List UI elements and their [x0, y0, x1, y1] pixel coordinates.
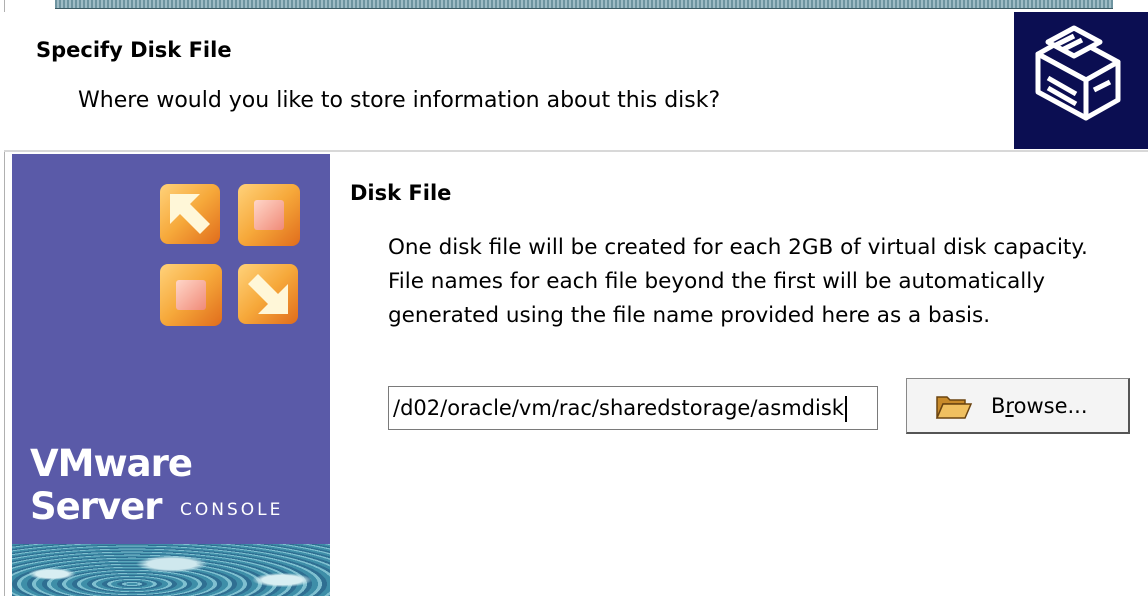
text-caret [844, 396, 847, 422]
wizard-content: Disk File One disk file will be created … [330, 154, 1148, 596]
sidebar-water-image [12, 544, 330, 596]
disk-file-path-input[interactable]: /d02/oracle/vm/rac/sharedstorage/asmdisk [388, 386, 878, 430]
brand-subtitle: CONSOLE [180, 500, 284, 520]
disk-drive-icon [1035, 25, 1121, 121]
page-subtitle: Where would you like to store informatio… [78, 88, 721, 113]
window-top-strip [0, 0, 1148, 12]
browse-button[interactable]: Browse... [906, 378, 1130, 434]
wizard-sidebar: VMware Server CONSOLE [12, 154, 330, 596]
wizard-header: Specify Disk File Where would you like t… [4, 12, 1148, 150]
header-icon-panel [1014, 12, 1148, 149]
header-divider [4, 150, 1148, 152]
disk-file-path-value: /d02/oracle/vm/rac/sharedstorage/asmdisk [393, 396, 844, 420]
folder-open-icon [935, 395, 973, 419]
browse-button-label: Browse... [991, 393, 1088, 418]
window-top-band [55, 0, 1113, 9]
section-title: Disk File [350, 181, 452, 205]
vmware-logo-icon [160, 184, 300, 326]
page-title: Specify Disk File [36, 38, 232, 62]
section-description: One disk file will be created for each 2… [388, 235, 1088, 328]
